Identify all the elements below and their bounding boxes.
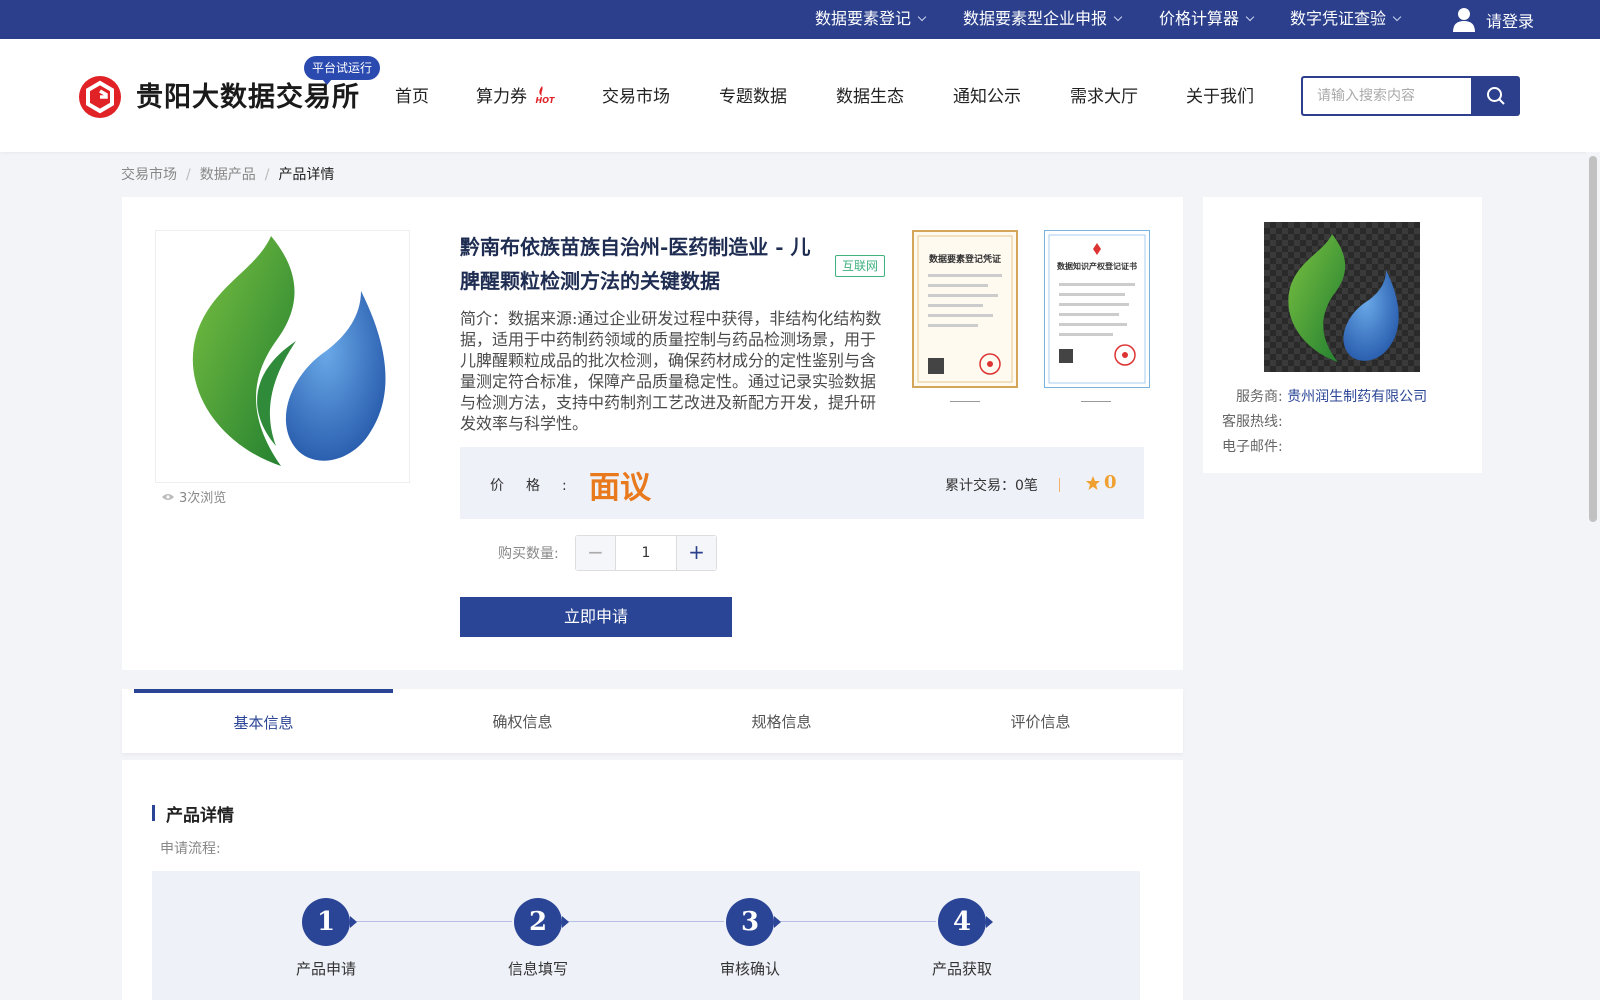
step-connector bbox=[562, 921, 724, 922]
chevron-down-icon bbox=[1113, 12, 1123, 22]
step-connector bbox=[774, 921, 936, 922]
rating-value: 0 bbox=[1104, 472, 1117, 493]
breadcrumb-market[interactable]: 交易市场 bbox=[121, 167, 177, 183]
price-label: 价格: bbox=[490, 478, 589, 494]
step-connector bbox=[350, 921, 512, 922]
quantity-decrease-button[interactable]: − bbox=[576, 536, 616, 570]
trade-count-value: 0笔 bbox=[1015, 478, 1038, 494]
quantity-increase-button[interactable]: + bbox=[676, 536, 716, 570]
star-icon bbox=[1086, 475, 1100, 490]
chevron-down-icon bbox=[917, 12, 927, 22]
provider-logo bbox=[1264, 222, 1420, 372]
top-bar: 数据要素登记 数据要素型企业申报 价格计算器 数字凭证查验 请登录 bbox=[0, 0, 1600, 39]
certificate-image: 数据要素登记凭证 bbox=[917, 235, 1013, 383]
tab-review-info[interactable]: 评价信息 bbox=[911, 689, 1170, 753]
divider bbox=[1059, 478, 1060, 492]
login-label: 请登录 bbox=[1486, 11, 1535, 31]
nav-topic-data[interactable]: 专题数据 bbox=[719, 82, 787, 107]
nav-home[interactable]: 首页 bbox=[395, 82, 429, 107]
chevron-down-icon bbox=[1245, 12, 1255, 22]
provider-name[interactable]: 贵州润生制药有限公司 bbox=[1287, 389, 1427, 405]
step-label: 信息填写 bbox=[507, 960, 568, 978]
certificate-indicator bbox=[950, 401, 980, 402]
step-number: 2 bbox=[514, 898, 569, 946]
rating: 0 bbox=[1085, 472, 1117, 493]
chevron-down-icon bbox=[1392, 12, 1402, 22]
view-count: 3次浏览 bbox=[162, 487, 226, 506]
search-input[interactable] bbox=[1301, 76, 1471, 116]
tab-rights-info[interactable]: 确权信息 bbox=[393, 689, 652, 753]
category-tag: 互联网 bbox=[835, 255, 886, 277]
application-flow bbox=[152, 871, 1140, 1000]
step-label: 审核确认 bbox=[719, 960, 780, 978]
topbar-menu-price-calculator[interactable]: 价格计算器 bbox=[1159, 0, 1255, 39]
nav-about[interactable]: 关于我们 bbox=[1186, 82, 1254, 107]
leaf-drop-logo-image bbox=[192, 236, 386, 466]
topbar-menu-enterprise-declaration[interactable]: 数据要素型企业申报 bbox=[963, 0, 1123, 39]
nav-demand-hall[interactable]: 需求大厅 bbox=[1070, 82, 1138, 107]
trade-count: 累计交易：0笔 bbox=[945, 475, 1038, 495]
certificate-image: 数据知识产权登记证书 bbox=[1048, 234, 1146, 384]
search-button[interactable] bbox=[1471, 76, 1520, 116]
breadcrumb-separator: / bbox=[186, 167, 191, 183]
section-title: 产品详情 bbox=[152, 801, 234, 826]
hot-icon: HOT bbox=[536, 86, 555, 105]
nav-notices[interactable]: 通知公示 bbox=[953, 82, 1021, 107]
nav-data-ecosystem[interactable]: 数据生态 bbox=[836, 82, 904, 107]
breadcrumb-separator: / bbox=[264, 167, 270, 183]
eye-icon bbox=[162, 493, 174, 500]
user-icon bbox=[1453, 7, 1475, 32]
quantity-label: 购买数量: bbox=[498, 546, 559, 562]
breadcrumb: 交易市场 / 数据产品 / 产品详情 bbox=[121, 164, 334, 184]
login-link[interactable]: 请登录 bbox=[1452, 0, 1534, 39]
topbar-menu-voucher-check[interactable]: 数字凭证查验 bbox=[1290, 0, 1402, 39]
topbar-menu-label: 价格计算器 bbox=[1159, 9, 1240, 28]
price-value: 面议 bbox=[589, 470, 651, 506]
hot-badge-label: HOT bbox=[536, 96, 555, 105]
topbar-menu-label: 数据要素型企业申报 bbox=[963, 9, 1108, 28]
data-ip-certificate[interactable]: 数据知识产权登记证书 bbox=[1044, 230, 1150, 388]
quantity-value[interactable]: 1 bbox=[616, 536, 676, 570]
step-number: 4 bbox=[938, 898, 993, 946]
topbar-menu-label: 数字凭证查验 bbox=[1290, 9, 1387, 28]
provider-logo-image bbox=[1264, 222, 1420, 372]
product-image bbox=[155, 230, 410, 483]
provider-label: 服务商: bbox=[1236, 389, 1283, 405]
product-title: 黔南布依族苗族自治州-医药制造业 - 儿脾醒颗粒检测方法的关键数据 bbox=[460, 235, 811, 293]
certificate-title: 数据要素登记凭证 bbox=[929, 253, 1001, 265]
step-label: 产品申请 bbox=[295, 960, 356, 978]
step-number: 3 bbox=[726, 898, 781, 946]
breadcrumb-data-products[interactable]: 数据产品 bbox=[200, 167, 256, 183]
topbar-menu-label: 数据要素登记 bbox=[815, 9, 912, 28]
certificate-title: 数据知识产权登记证书 bbox=[1057, 261, 1137, 271]
application-flow-label: 申请流程: bbox=[160, 841, 221, 857]
hotline-label: 客服热线: bbox=[1222, 414, 1283, 430]
certificate-indicator bbox=[1081, 401, 1111, 402]
breadcrumb-current: 产品详情 bbox=[278, 167, 335, 183]
info-tabs: 基本信息 确权信息 规格信息 评价信息 bbox=[122, 689, 1183, 753]
nav-compute-voucher[interactable]: 算力券 bbox=[476, 82, 527, 107]
tab-spec-info[interactable]: 规格信息 bbox=[652, 689, 911, 753]
trade-count-label: 累计交易： bbox=[945, 478, 1015, 494]
nav-market[interactable]: 交易市场 bbox=[602, 82, 670, 107]
email-row: 电子邮件: bbox=[1222, 436, 1283, 456]
data-registration-certificate[interactable]: 数据要素登记凭证 bbox=[912, 230, 1018, 388]
hotline-row: 客服热线: bbox=[1222, 411, 1283, 431]
trial-badge: 平台试运行 bbox=[304, 56, 381, 85]
provider-name-row: 服务商: 贵州润生制药有限公司 bbox=[1236, 386, 1427, 406]
step-label: 产品获取 bbox=[931, 960, 992, 978]
product-description: 简介：数据来源:通过企业研发过程中获得，非结构化结构数据，适用于中药制药领域的质… bbox=[460, 309, 882, 433]
step-number: 1 bbox=[302, 898, 357, 946]
view-count-label: 3次浏览 bbox=[179, 491, 227, 506]
email-label: 电子邮件: bbox=[1222, 439, 1283, 455]
topbar-menu-data-registration[interactable]: 数据要素登记 bbox=[815, 0, 927, 39]
apply-now-button[interactable]: 立即申请 bbox=[460, 597, 732, 637]
tab-basic-info[interactable]: 基本信息 bbox=[134, 689, 393, 753]
scrollbar-thumb[interactable] bbox=[1589, 156, 1597, 522]
search-icon bbox=[1486, 87, 1505, 105]
quantity-stepper: − 1 + bbox=[575, 535, 717, 571]
exchange-logo-icon[interactable] bbox=[79, 76, 121, 118]
